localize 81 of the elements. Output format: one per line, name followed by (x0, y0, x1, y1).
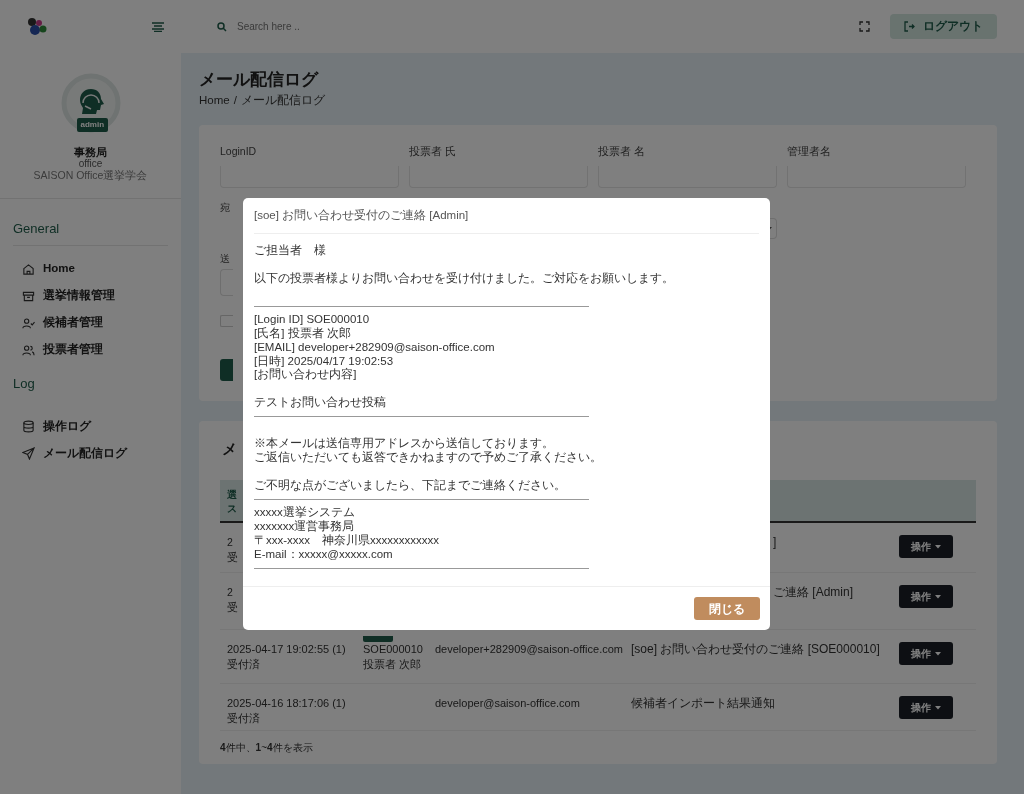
section-title: Log (13, 374, 36, 393)
email-text-line: ご返信いただいても返答できかねますので予めご了承ください。 (254, 451, 603, 465)
table-cell-text: 2 (227, 585, 234, 601)
table-cell-text: ご連絡 [Admin] (773, 585, 854, 601)
menu-icon[interactable] (152, 21, 164, 32)
table-cell-text: ] (773, 535, 778, 551)
action-dropdown-button[interactable]: 操作 (899, 696, 953, 720)
modal-title: [soe] お問い合わせ受付のご連絡 [Admin] (254, 198, 759, 235)
card-title: メ (222, 439, 236, 460)
fullscreen-icon[interactable] (859, 21, 870, 32)
checkbox[interactable] (220, 315, 233, 328)
nav-item[interactable]: 投票者管理 (22, 336, 181, 364)
home-icon (22, 262, 35, 276)
user-name: 事務局 (74, 147, 107, 158)
email-text-line: 以下の投票者様よりお問い合わせを受け付けました。ご対応をお願いします。 (254, 271, 675, 286)
action-dropdown-button[interactable]: 操作 (899, 642, 953, 666)
nav-item[interactable]: 選挙情報管理 (22, 282, 181, 310)
email-text-line: ご不明な点がございましたら、下記までご連絡ください。 (254, 478, 567, 493)
section-title: General (13, 219, 168, 246)
email-text-line: ※本メールは送信専用アドレスから送信しております。 (254, 437, 555, 451)
email-text-line: [お問い合わせ内容] (254, 368, 358, 383)
field-label: 宛 (220, 202, 231, 215)
column-header: ス (227, 502, 238, 517)
field-label: 投票者 氏 (409, 145, 457, 158)
table-cell-text: SOE000010 (363, 642, 424, 658)
field-label: 送 (220, 253, 231, 266)
field-label: 管理者名 (787, 145, 832, 158)
breadcrumb-link[interactable]: Home (199, 92, 230, 110)
table-cell-text: 受付済 (227, 657, 261, 673)
archive-box-icon (22, 289, 35, 303)
email-text-line: 〒xxx-xxxx 神奈川県xxxxxxxxxxxx (254, 534, 441, 548)
email-text-line: [Login ID] SOE000010 (254, 313, 371, 327)
users-icon (22, 343, 35, 357)
search-icon[interactable] (217, 21, 227, 32)
email-text-line: [EMAIL] developer+282909@saison-office.com (254, 340, 496, 355)
nav-item[interactable]: Home (22, 255, 181, 283)
caret-icon (935, 594, 941, 599)
caret-icon (935, 651, 941, 656)
email-text-line: [日時] 2025/04/17 19:02:53 (254, 354, 395, 368)
table-cell-text: developer+282909@saison-office.com (435, 642, 624, 658)
logout-button[interactable]: ログアウト (890, 13, 997, 40)
caret-icon (935, 705, 941, 710)
table-cell-text: 2 (227, 535, 234, 551)
table-cell-text: 2025-04-17 19:02:55 (1) (227, 642, 347, 658)
email-text-line: E-mail：xxxxx@xxxxx.com (254, 547, 394, 562)
caret-icon (935, 544, 941, 549)
table-cell: 受 (227, 550, 238, 566)
table-cell-text: [soe] お問い合わせ受付のご連絡 [SOE000010] (631, 642, 881, 658)
user-check-icon (22, 316, 35, 330)
email-text-line: xxxxxxx運営事務局 (254, 520, 356, 534)
pagination-summary: 4件中、1~4件を表示 (220, 741, 314, 756)
nav-item[interactable]: 候補者管理 (22, 309, 181, 337)
logo-icon (27, 16, 47, 37)
search-submit-button[interactable] (220, 359, 233, 382)
action-dropdown-button[interactable]: 操作 (899, 535, 953, 559)
table-cell-text: 受付済 (227, 711, 261, 727)
column-header: 選 (227, 488, 238, 503)
close-button[interactable]: 閉じる (694, 597, 760, 621)
table-cell-text: developer@saison-office.com (435, 696, 581, 712)
field-label: LoginID (220, 145, 258, 158)
table-cell: 受 (227, 600, 238, 616)
role-badge: admin (76, 118, 109, 132)
table-cell-text: 投票者 次郎 (363, 657, 423, 673)
nav-item[interactable]: メール配信ログ (22, 440, 181, 467)
table-cell-text: 候補者インポート結果通知 (631, 696, 776, 712)
email-text-line: [氏名] 投票者 次郎 (254, 327, 352, 341)
page-title: メール配信ログ (199, 69, 320, 91)
breadcrumb-current: メール配信ログ (240, 93, 325, 108)
user-id: office (78, 158, 103, 169)
email-text-line: ご担当者 様 (254, 244, 327, 259)
email-text-line: テストお問い合わせ投稿 (254, 396, 387, 410)
email-text-line: xxxxx選挙システム (254, 506, 356, 520)
send-icon (22, 447, 35, 460)
database-icon (22, 420, 35, 433)
breadcrumb-separator: / (233, 93, 237, 108)
nav-item[interactable]: 操作ログ (22, 413, 181, 440)
action-dropdown-button[interactable]: 操作 (899, 585, 953, 609)
table-cell-text: 2025-04-16 18:17:06 (1) (227, 696, 347, 712)
field-label: 投票者 名 (598, 145, 646, 158)
organization-name: SAISON Office選挙学会 (33, 169, 148, 182)
logout-icon (904, 21, 915, 32)
